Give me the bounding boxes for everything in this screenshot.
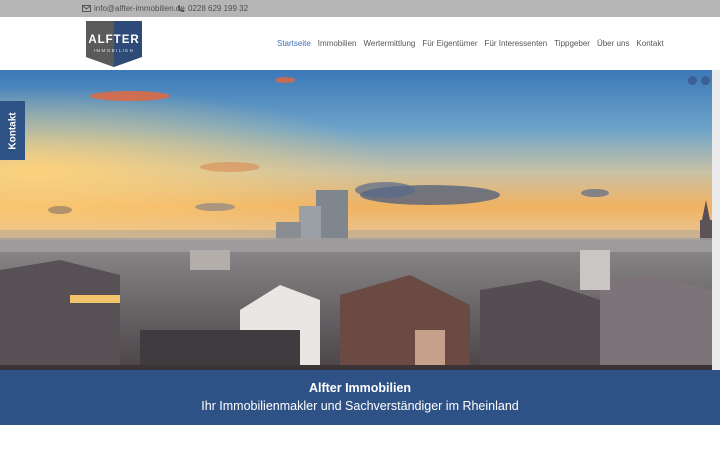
tagline-band: Alfter Immobilien Ihr Immobilienmakler u… xyxy=(0,370,720,425)
site-header: ALFTER IMMOBILIEN Startseite Immobilien … xyxy=(0,17,720,70)
logo-brand-text: ALFTER xyxy=(88,34,140,46)
nav-item-ueber-uns[interactable]: Über uns xyxy=(597,39,629,48)
email-link[interactable]: info@alfter-immobilien.de xyxy=(82,4,185,13)
hero-scrollbar[interactable] xyxy=(712,70,720,370)
nav-item-fuer-eigentuemer[interactable]: Für Eigentümer xyxy=(422,39,477,48)
phone-text: 0228 629 199 32 xyxy=(188,4,249,13)
tagline-title: Alfter Immobilien xyxy=(308,381,412,395)
phone-link[interactable]: 0228 629 199 32 xyxy=(177,4,248,13)
phone-icon xyxy=(177,4,185,12)
envelope-icon xyxy=(82,5,91,12)
nav-item-kontakt[interactable]: Kontakt xyxy=(636,39,663,48)
nav-item-tippgeber[interactable]: Tippgeber xyxy=(554,39,590,48)
nav-item-immobilien[interactable]: Immobilien xyxy=(318,39,357,48)
tagline-subtitle: Ihr Immobilienmakler und Sachverständige… xyxy=(201,399,519,413)
kontakt-side-tab[interactable]: Kontakt xyxy=(0,101,25,160)
nav-item-wertermittlung[interactable]: Wertermittlung xyxy=(363,39,415,48)
slider-dot-1[interactable] xyxy=(688,76,697,85)
main-navigation: Startseite Immobilien Wertermittlung Für… xyxy=(277,39,664,48)
nav-item-startseite[interactable]: Startseite xyxy=(277,39,311,48)
logo-subtitle-text: IMMOBILIEN xyxy=(93,48,135,53)
slider-dot-2[interactable] xyxy=(701,76,710,85)
email-text: info@alfter-immobilien.de xyxy=(94,4,185,13)
site-logo[interactable]: ALFTER IMMOBILIEN xyxy=(84,20,144,67)
contact-bar: info@alfter-immobilien.de 0228 629 199 3… xyxy=(0,0,720,17)
city-skyline-photo xyxy=(0,70,712,370)
hero-slider-image xyxy=(0,70,712,370)
slider-pagination xyxy=(688,76,710,85)
kontakt-side-tab-label: Kontakt xyxy=(7,111,18,150)
nav-item-fuer-interessenten[interactable]: Für Interessenten xyxy=(485,39,548,48)
